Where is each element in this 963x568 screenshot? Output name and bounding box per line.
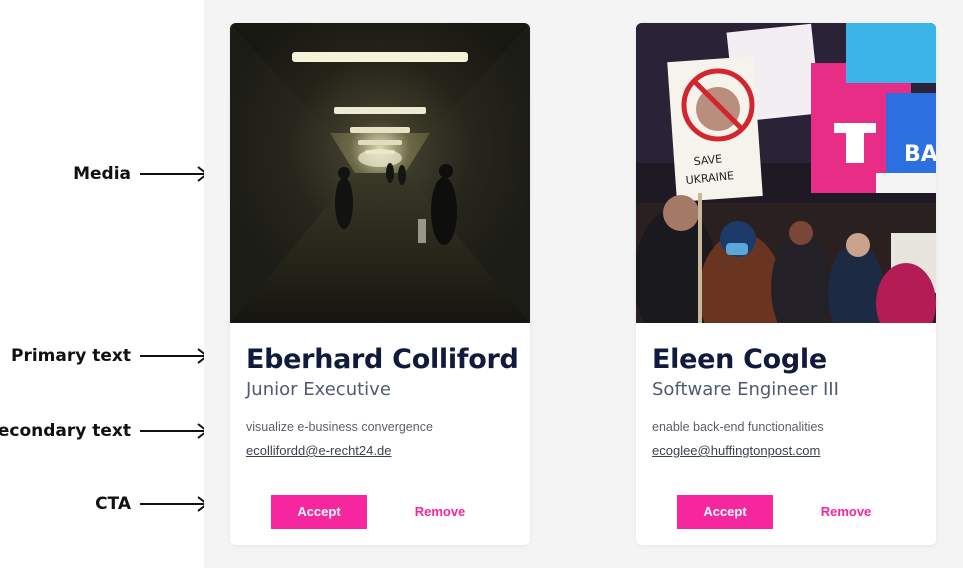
- annotation-label: Media: [73, 164, 131, 184]
- arrow-right-icon: [140, 348, 209, 364]
- email-link[interactable]: ecoglee@huffingtonpost.com: [652, 442, 820, 460]
- primary-text-role: Software Engineer III: [652, 379, 839, 400]
- card-canvas: Eberhard Colliford Junior Executive visu…: [204, 0, 963, 568]
- annotation-cta: CTA: [0, 492, 210, 516]
- remove-button[interactable]: Remove: [798, 495, 894, 529]
- annotation-secondary-text: Secondary text: [0, 419, 210, 443]
- email-link[interactable]: ecollifordd@e-recht24.de: [246, 442, 391, 460]
- component-anatomy: Media Primary text Secondary text CTA Eb…: [0, 0, 963, 568]
- annotation-label: Secondary text: [0, 421, 131, 441]
- annotation-label: CTA: [95, 494, 131, 514]
- annotation-column: Media Primary text Secondary text CTA: [0, 0, 209, 568]
- annotation-primary-text: Primary text: [0, 344, 210, 368]
- accept-button[interactable]: Accept: [677, 495, 773, 529]
- primary-text-name: Eleen Cogle: [652, 344, 827, 375]
- annotation-media: Media: [0, 162, 210, 186]
- primary-text-name: Eberhard Colliford: [246, 344, 519, 375]
- card-media-image: BAC SAVE UKRAINE: [636, 23, 936, 323]
- svg-text:BAC: BAC: [904, 142, 936, 167]
- profile-card: BAC SAVE UKRAINE: [636, 23, 936, 545]
- annotation-label: Primary text: [11, 346, 131, 366]
- profile-card: Eberhard Colliford Junior Executive visu…: [230, 23, 530, 545]
- arrow-right-icon: [140, 423, 209, 439]
- remove-button[interactable]: Remove: [392, 495, 488, 529]
- secondary-text-tagline: visualize e-business convergence: [246, 420, 433, 434]
- protest-photo: BAC SAVE UKRAINE: [636, 23, 936, 323]
- card-media-image: [230, 23, 530, 323]
- arrow-right-icon: [140, 496, 209, 512]
- accept-button[interactable]: Accept: [271, 495, 367, 529]
- tunnel-photo: [230, 23, 530, 323]
- primary-text-role: Junior Executive: [246, 379, 391, 400]
- arrow-right-icon: [140, 166, 209, 182]
- secondary-text-tagline: enable back-end functionalities: [652, 420, 824, 434]
